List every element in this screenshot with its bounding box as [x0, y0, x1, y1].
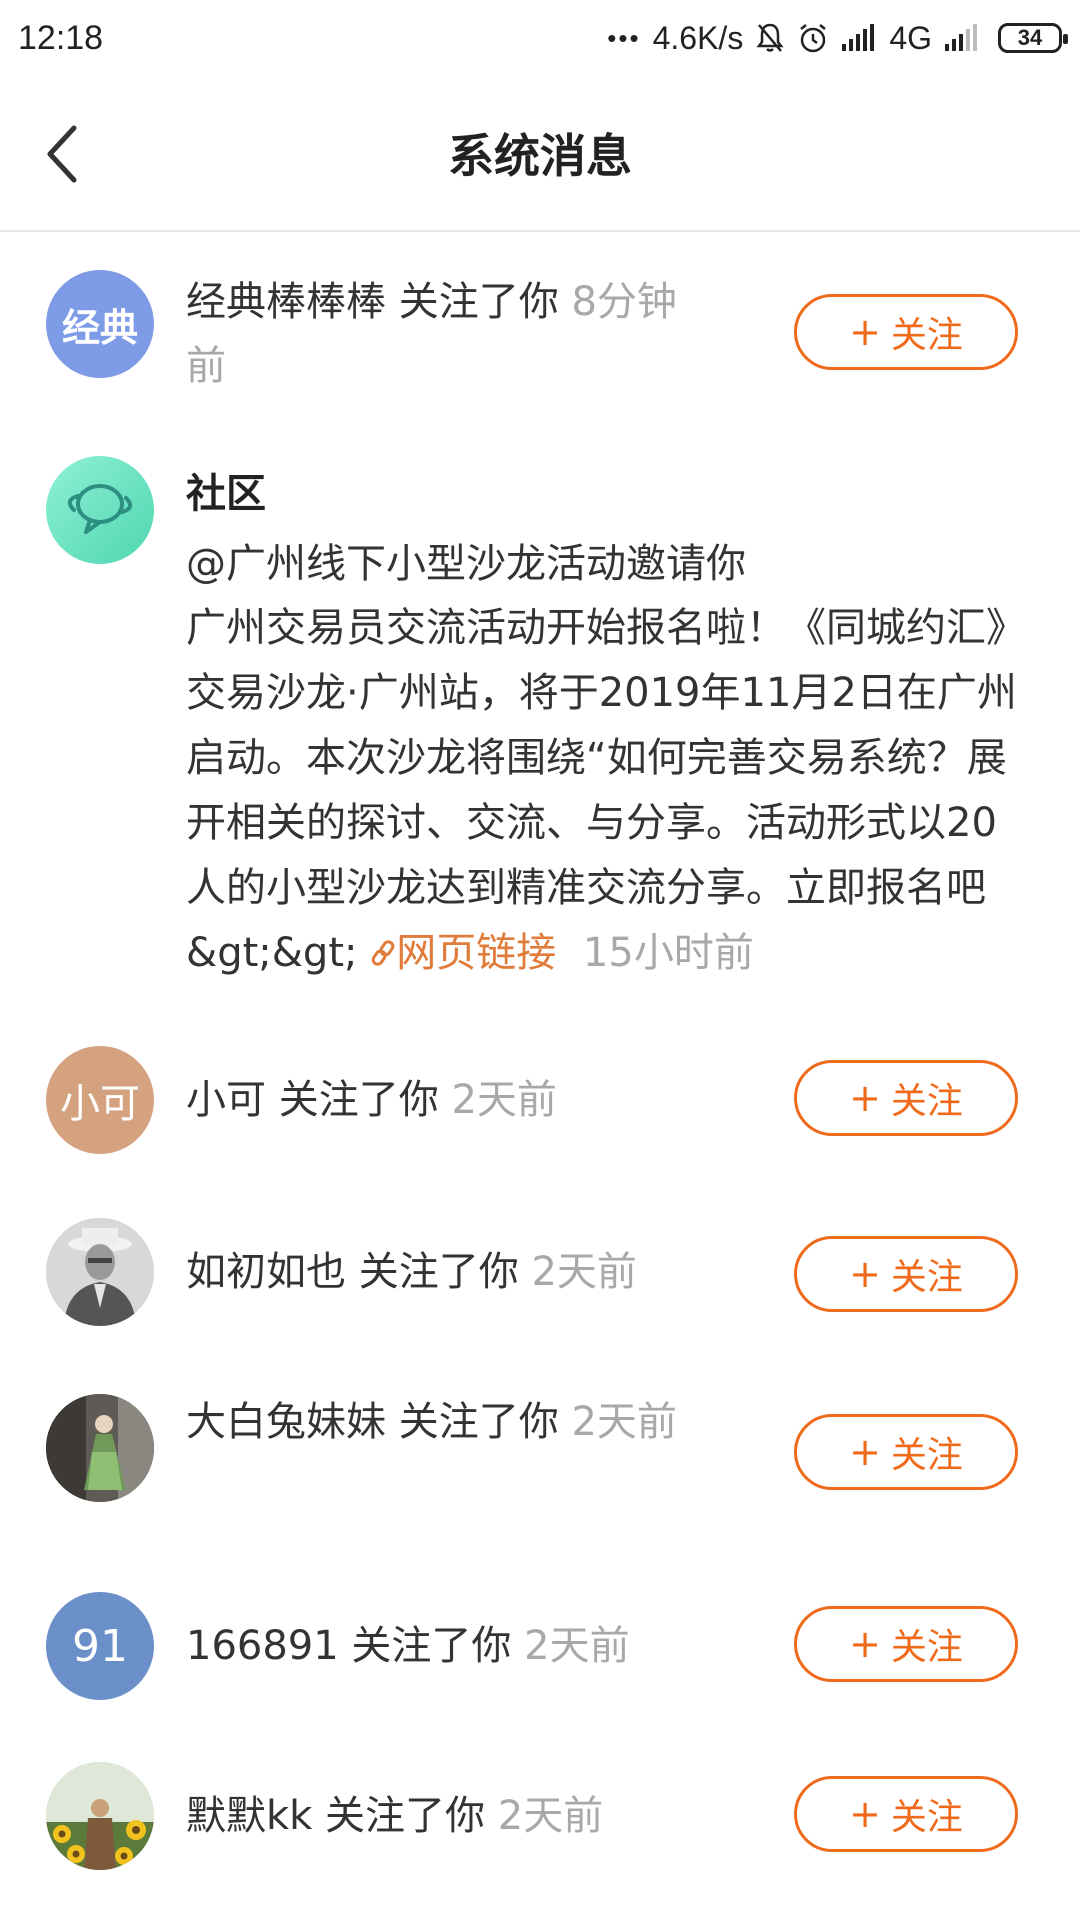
user-name[interactable]: 经典棒棒棒 [186, 279, 386, 325]
header: 系统消息 [0, 76, 1080, 232]
follow-button[interactable]: + 关注 [794, 1060, 1018, 1136]
mute-bell-icon [755, 22, 785, 54]
battery-level: 34 [1017, 25, 1043, 50]
follow-button[interactable]: + 关注 [794, 294, 1018, 370]
follow-label: 关注 [890, 1435, 963, 1476]
link-icon [371, 940, 395, 966]
photo-woman-dress [46, 1394, 154, 1502]
community-message: 社区 @广州线下小型沙龙活动邀请你 广州交易员交流活动开始报名啦！《同城约汇》交… [186, 456, 1034, 986]
user-name[interactable]: 默默kk [186, 1793, 312, 1839]
avatar[interactable] [46, 1762, 154, 1870]
link-text: 网页链接 [396, 930, 557, 976]
message-body-wrap: 广州交易员交流活动开始报名啦！《同城约汇》交易沙龙·广州站，将于2019年11月… [186, 596, 1034, 986]
plus-icon: + [849, 1076, 881, 1120]
photo-man-hat [46, 1218, 154, 1326]
action-text: 关注了你 [325, 1793, 486, 1839]
plus-icon: + [849, 310, 881, 354]
time-text: 2天前 [524, 1623, 630, 1669]
follow-label: 关注 [890, 1797, 963, 1838]
follow-button[interactable]: + 关注 [794, 1236, 1018, 1312]
avatar-text: 小可 [60, 1081, 140, 1127]
avatar[interactable] [46, 1218, 154, 1326]
time-text: 15小时前 [582, 930, 754, 976]
alarm-icon [797, 22, 829, 54]
time-text: 2天前 [571, 1399, 677, 1445]
list-item[interactable]: 默默kk 关注了你 2天前 + 关注 [0, 1740, 1080, 1890]
follow-button[interactable]: + 关注 [794, 1776, 1018, 1852]
plus-icon: + [849, 1792, 881, 1836]
user-name[interactable]: 如初如也 [186, 1249, 346, 1295]
message-text: 大白兔妹妹 关注了你 2天前 [186, 1390, 706, 1454]
list-item[interactable]: 91 166891 关注了你 2天前 + 关注 [0, 1568, 1080, 1740]
time-text: 2天前 [531, 1249, 637, 1295]
list-item[interactable]: 经典 经典棒棒棒 关注了你 8分钟前 + 关注 [0, 234, 1080, 424]
list-item[interactable]: 如初如也 关注了你 2天前 + 关注 [0, 1198, 1080, 1372]
network-speed: 4.6K/s [652, 19, 744, 56]
screen: 12:18 ••• 4.6K/s 4G 34 系统消息 经典 经典棒棒棒 关注了… [0, 0, 1080, 1920]
follow-label: 关注 [890, 315, 963, 356]
user-name[interactable]: 大白兔妹妹 [186, 1399, 386, 1445]
message-subtitle: @广州线下小型沙龙活动邀请你 [186, 541, 746, 587]
list-item[interactable]: 大白兔妹妹 关注了你 2天前 + 关注 [0, 1372, 1080, 1568]
signal-weak-icon [944, 24, 980, 52]
message-body: 广州交易员交流活动开始报名啦！《同城约汇》交易沙龙·广州站，将于2019年11月… [186, 605, 1026, 976]
avatar-text: 经典 [61, 305, 138, 350]
signal-icon [841, 24, 877, 52]
battery-icon: 34 [998, 23, 1068, 53]
follow-label: 关注 [890, 1627, 963, 1668]
avatar[interactable] [46, 1394, 154, 1502]
plus-icon: + [849, 1622, 881, 1666]
user-name[interactable]: 166891 [186, 1623, 339, 1669]
network-type: 4G [889, 19, 932, 56]
chat-planet-icon [67, 484, 133, 534]
message-list: 经典 经典棒棒棒 关注了你 8分钟前 + 关注 社区 @广州线下小型沙龙活动邀请… [0, 234, 1080, 1890]
more-dots-icon: ••• [607, 22, 641, 53]
avatar[interactable]: 91 [46, 1592, 154, 1700]
action-text: 关注了你 [398, 279, 559, 325]
action-text: 关注了你 [351, 1623, 512, 1669]
action-text: 关注了你 [358, 1249, 519, 1295]
action-text: 关注了你 [398, 1399, 559, 1445]
follow-button[interactable]: + 关注 [794, 1414, 1018, 1490]
plus-icon: + [849, 1430, 881, 1474]
user-name[interactable]: 小可 [186, 1077, 266, 1123]
message-text: 经典棒棒棒 关注了你 8分钟前 [186, 270, 706, 398]
time-text: 2天前 [497, 1793, 604, 1839]
list-item[interactable]: 小可 小可 关注了你 2天前 + 关注 [0, 1022, 1080, 1198]
avatar[interactable]: 经典 [46, 270, 154, 378]
status-bar: 12:18 ••• 4.6K/s 4G 34 [0, 0, 1080, 76]
status-time: 12:18 [18, 18, 104, 57]
follow-label: 关注 [890, 1257, 963, 1298]
follow-button[interactable]: + 关注 [794, 1606, 1018, 1682]
follow-label: 关注 [890, 1081, 963, 1122]
action-text: 关注了你 [278, 1077, 439, 1123]
avatar-text: 91 [72, 1620, 128, 1672]
web-link[interactable]: 网页链接 [370, 930, 569, 976]
message-title: 社区 [186, 471, 266, 517]
page-title: 系统消息 [448, 129, 632, 183]
avatar[interactable]: 小可 [46, 1046, 154, 1154]
photo-sunflowers [46, 1762, 154, 1870]
list-item[interactable]: 社区 @广州线下小型沙龙活动邀请你 广州交易员交流活动开始报名啦！《同城约汇》交… [0, 424, 1080, 1022]
avatar[interactable] [46, 456, 154, 564]
status-right: ••• 4.6K/s 4G 34 [607, 19, 1068, 57]
time-text: 2天前 [451, 1077, 557, 1123]
plus-icon: + [849, 1252, 881, 1296]
